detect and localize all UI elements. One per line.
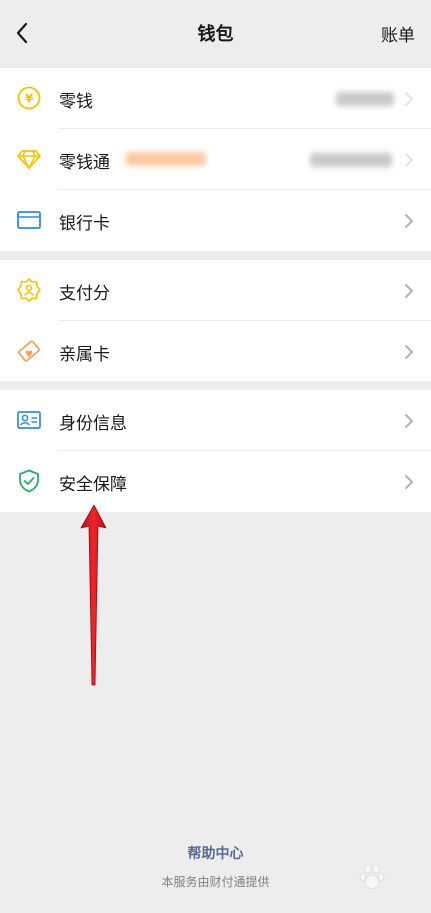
list-item-bank-card[interactable]: 银行卡 — [0, 190, 431, 251]
chevron-right-icon — [405, 414, 413, 428]
pay-score-icon — [16, 277, 42, 303]
list-item-label: 银行卡 — [59, 214, 110, 234]
chevron-right-icon — [405, 92, 413, 106]
list-item-pay-score[interactable]: 支付分 — [0, 260, 431, 321]
family-card-icon — [16, 338, 42, 364]
chevron-right-icon — [405, 214, 413, 228]
list-item-label: 零钱通 — [59, 153, 110, 173]
wallet-group-account: 身份信息 安全保障 — [0, 390, 431, 512]
wallet-group-services: 支付分 亲属卡 — [0, 260, 431, 381]
list-item-family-card[interactable]: 亲属卡 — [0, 321, 431, 382]
list-item-identity[interactable]: 身份信息 — [0, 390, 431, 451]
bill-button[interactable]: 账单 — [381, 21, 415, 46]
balance-value-masked — [336, 92, 394, 106]
svg-text:¥: ¥ — [25, 92, 34, 106]
coin-yen-icon: ¥ — [16, 85, 42, 111]
diamond-icon — [16, 146, 42, 172]
list-item-label: 身份信息 — [59, 414, 127, 434]
bank-card-icon — [16, 207, 42, 233]
list-item-change[interactable]: ¥ 零钱 — [0, 68, 431, 129]
list-item-label: 支付分 — [59, 284, 110, 304]
chevron-right-icon — [405, 475, 413, 489]
list-item-label: 零钱 — [59, 92, 93, 112]
promo-tag-masked — [126, 152, 206, 166]
chevron-right-icon — [405, 153, 413, 167]
id-card-icon — [16, 407, 42, 433]
chevron-right-icon — [405, 284, 413, 298]
nav-bar: 钱包 账单 — [0, 0, 431, 66]
chevron-right-icon — [405, 345, 413, 359]
shield-check-icon — [16, 468, 42, 494]
balance-value-masked — [310, 153, 392, 167]
list-item-label: 安全保障 — [59, 475, 127, 495]
wallet-group-balance: ¥ 零钱 零钱通 银行卡 — [0, 68, 431, 251]
page-title: 钱包 — [197, 24, 234, 45]
list-item-licaitong[interactable]: 零钱通 — [0, 129, 431, 190]
baidu-paw-logo — [359, 864, 385, 889]
wallet-page: 钱包 账单 ¥ 零钱 零钱通 银行卡 支付分 亲属卡 身份信息 安全保障 帮助中… — [0, 0, 431, 913]
list-item-label: 亲属卡 — [59, 345, 110, 365]
list-item-security[interactable]: 安全保障 — [0, 451, 431, 512]
